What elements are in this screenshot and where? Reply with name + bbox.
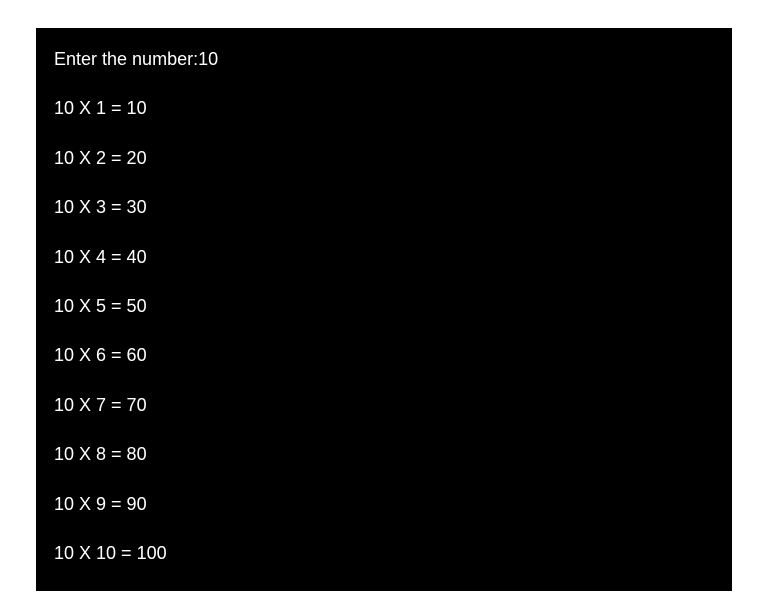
output-line: 10 X 6 = 60	[54, 344, 714, 367]
input-prompt-line: Enter the number:10	[54, 48, 714, 71]
output-line: 10 X 5 = 50	[54, 295, 714, 318]
output-line: 10 X 4 = 40	[54, 246, 714, 269]
input-prompt-value: 10	[198, 49, 218, 69]
console-output: Enter the number:10 10 X 1 = 10 10 X 2 =…	[36, 28, 732, 591]
output-line: 10 X 3 = 30	[54, 196, 714, 219]
output-line: 10 X 9 = 90	[54, 493, 714, 516]
output-line: 10 X 10 = 100	[54, 542, 714, 565]
output-line: 10 X 7 = 70	[54, 394, 714, 417]
output-line: 10 X 1 = 10	[54, 97, 714, 120]
output-line: 10 X 2 = 20	[54, 147, 714, 170]
output-line: 10 X 8 = 80	[54, 443, 714, 466]
input-prompt-label: Enter the number:	[54, 49, 198, 69]
